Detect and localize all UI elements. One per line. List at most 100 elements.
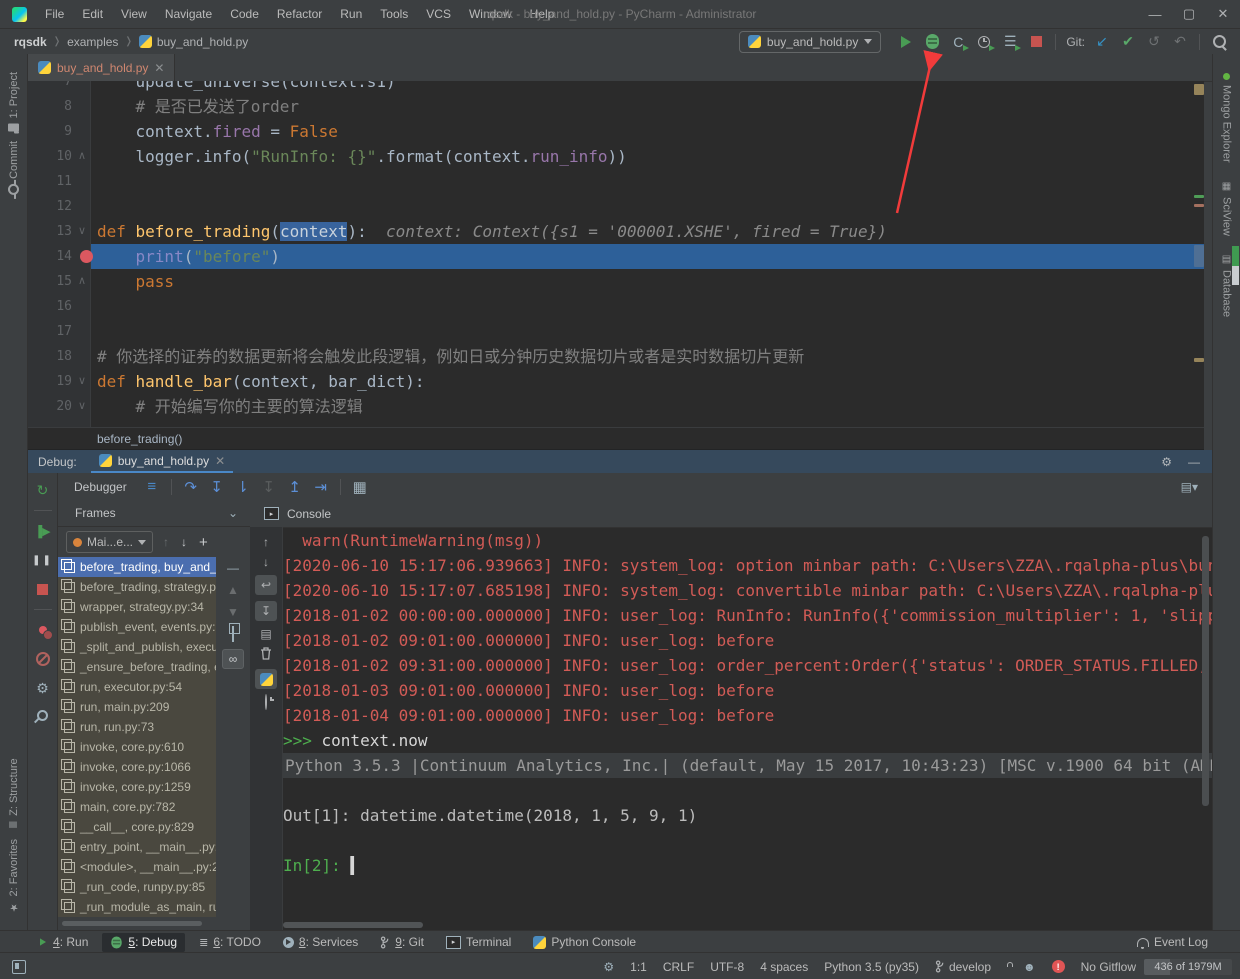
git-history-button[interactable]: ↺: [1141, 31, 1167, 53]
toolwindow-switcher-icon[interactable]: [12, 960, 26, 974]
line-separator[interactable]: CRLF: [663, 960, 694, 974]
menu-run[interactable]: Run: [331, 7, 371, 21]
run-to-cursor-icon[interactable]: ⇥: [308, 478, 334, 496]
print-icon[interactable]: ▤: [260, 627, 271, 641]
breadcrumb-project[interactable]: rqsdk: [14, 35, 47, 49]
gear-help-icon[interactable]: ⚙: [603, 960, 614, 974]
restore-layout-icon[interactable]: ▤▾: [1181, 480, 1198, 494]
gear-icon[interactable]: ⚙: [1161, 455, 1172, 469]
soft-wrap-toggle[interactable]: ↩: [255, 575, 277, 595]
run-configuration-select[interactable]: buy_and_hold.py: [739, 31, 881, 53]
frame-row[interactable]: _ensure_before_trading, e: [58, 657, 216, 677]
scroll-to-end-toggle[interactable]: ↧: [255, 601, 277, 621]
add-button[interactable]: +: [199, 534, 208, 551]
sidebar-item-mongo-explorer[interactable]: Mongo Explorer: [1221, 73, 1233, 163]
sidebar-item-sciview[interactable]: ▦SciView: [1221, 181, 1233, 236]
frame-row[interactable]: invoke, core.py:1066: [58, 757, 216, 777]
memory-indicator[interactable]: 436 of 1979M: [1144, 959, 1232, 975]
scrollbar-thumb[interactable]: [1194, 245, 1204, 267]
search-everywhere-button[interactable]: [1206, 31, 1232, 53]
frame-row[interactable]: run, main.py:209: [58, 697, 216, 717]
sidebar-item-project[interactable]: 1: Project: [8, 72, 20, 131]
menu-refactor[interactable]: Refactor: [268, 7, 331, 21]
hide-toolwindow-icon[interactable]: —: [1188, 455, 1200, 469]
tab-services[interactable]: 8: Services: [275, 933, 366, 951]
indent-style[interactable]: 4 spaces: [760, 960, 808, 974]
menu-navigate[interactable]: Navigate: [156, 7, 221, 21]
frame-row[interactable]: before_trading, buy_and_: [58, 557, 216, 577]
code-line-15[interactable]: 15∧ pass: [28, 269, 1204, 294]
frame-row[interactable]: wrapper, strategy.py:34: [58, 597, 216, 617]
event-log-button[interactable]: Event Log: [1129, 933, 1216, 951]
fold-marker-icon[interactable]: ∧: [78, 144, 86, 169]
tab-git[interactable]: 9: Git: [372, 933, 432, 951]
assistant-icon[interactable]: ☻: [1023, 960, 1036, 974]
git-rollback-button[interactable]: ↶: [1167, 31, 1193, 53]
tab-python-console[interactable]: Python Console: [525, 933, 644, 951]
frame-row[interactable]: <module>, __main__.py:2: [58, 857, 216, 877]
minimize-button[interactable]: —: [1138, 0, 1172, 28]
menu-vcs[interactable]: VCS: [417, 7, 460, 21]
maximize-button[interactable]: ▢: [1172, 0, 1206, 28]
breakpoint-icon[interactable]: [80, 250, 93, 263]
step-into-my-code-icon[interactable]: ⇂: [230, 478, 256, 496]
code-line-7[interactable]: 7 update_universe(context.s1): [28, 81, 1204, 94]
pause-button[interactable]: ❚❚: [32, 551, 53, 569]
down-stack-icon[interactable]: ↓: [263, 555, 269, 569]
force-step-into-icon[interactable]: ↧: [256, 478, 282, 496]
code-line-13[interactable]: 13∨def before_trading(context): context:…: [28, 219, 1204, 244]
frame-row[interactable]: __call__, core.py:829: [58, 817, 216, 837]
view-breakpoints-button[interactable]: [39, 621, 47, 639]
hide-frames-icon[interactable]: —: [227, 561, 239, 575]
tab-debug[interactable]: 5: Debug: [102, 933, 185, 952]
code-line-9[interactable]: 9 context.fired = False: [28, 119, 1204, 144]
git-update-button[interactable]: ↙: [1089, 31, 1115, 53]
run-with-coverage-button[interactable]: C: [945, 31, 971, 53]
close-icon[interactable]: ✕: [154, 61, 164, 75]
run-button[interactable]: [893, 31, 919, 53]
git-commit-button[interactable]: ✔: [1115, 31, 1141, 53]
fold-marker-icon[interactable]: ∨: [78, 219, 86, 244]
code-line-14[interactable]: 14 print("before"): [28, 244, 1204, 269]
menu-window[interactable]: Window: [460, 7, 521, 21]
sticky-context-line[interactable]: before_trading(): [28, 427, 1204, 450]
console-vscrollbar[interactable]: [1202, 536, 1209, 806]
menu-tools[interactable]: Tools: [371, 7, 417, 21]
stop-debug-button[interactable]: [37, 580, 48, 598]
fold-marker-icon[interactable]: ∨: [78, 369, 86, 394]
step-over-icon[interactable]: ↷: [178, 478, 204, 496]
concurrency-diagram-button[interactable]: ☰: [997, 31, 1023, 53]
frames-scrollbar[interactable]: [62, 921, 202, 926]
code-line-18[interactable]: 18# 你选择的证券的数据更新将会触发此段逻辑，例如日或分钟历史数据切片或者是实…: [28, 344, 1204, 369]
debugger-tab-label[interactable]: Debugger: [74, 480, 127, 494]
frame-row[interactable]: _run_code, runpy.py:85: [58, 877, 216, 897]
caret-position[interactable]: 1:1: [630, 960, 647, 974]
frame-row[interactable]: invoke, core.py:1259: [58, 777, 216, 797]
frame-row[interactable]: main, core.py:782: [58, 797, 216, 817]
git-branch-widget[interactable]: develop: [935, 960, 991, 974]
frame-row[interactable]: run, run.py:73: [58, 717, 216, 737]
code-line-19[interactable]: 19∨def handle_bar(context, bar_dict):: [28, 369, 1204, 394]
code-line-16[interactable]: 16: [28, 294, 1204, 319]
close-button[interactable]: ✕: [1206, 0, 1240, 28]
profiler-button[interactable]: [971, 31, 997, 53]
tab-run[interactable]: 4: Run: [30, 933, 96, 951]
menu-code[interactable]: Code: [221, 7, 268, 21]
code-line-20[interactable]: 20∨ # 开始编写你的主要的算法逻辑: [28, 394, 1204, 419]
step-into-icon[interactable]: ↧: [204, 478, 230, 496]
pin-tab-button[interactable]: [37, 708, 48, 726]
menu-help[interactable]: Help: [521, 7, 564, 21]
sidebar-item-database[interactable]: ▤Database: [1221, 254, 1233, 317]
error-indicator-icon[interactable]: !: [1052, 960, 1065, 973]
code-editor[interactable]: 7 update_universe(context.s1)8 # 是否已发送了o…: [28, 81, 1204, 427]
frame-row[interactable]: run, executor.py:54: [58, 677, 216, 697]
fold-marker-icon[interactable]: ∧: [78, 269, 86, 294]
history-icon[interactable]: [265, 695, 267, 709]
menu-edit[interactable]: Edit: [73, 7, 112, 21]
debug-tab-buy-and-hold[interactable]: buy_and_hold.py ✕: [91, 450, 233, 473]
code-line-12[interactable]: 12: [28, 194, 1204, 219]
code-line-8[interactable]: 8 # 是否已发送了order: [28, 94, 1204, 119]
sidebar-item-commit[interactable]: Commit: [8, 141, 20, 195]
up-arrow-icon[interactable]: ▲: [227, 583, 239, 597]
frame-down-button[interactable]: ↓: [181, 535, 187, 549]
